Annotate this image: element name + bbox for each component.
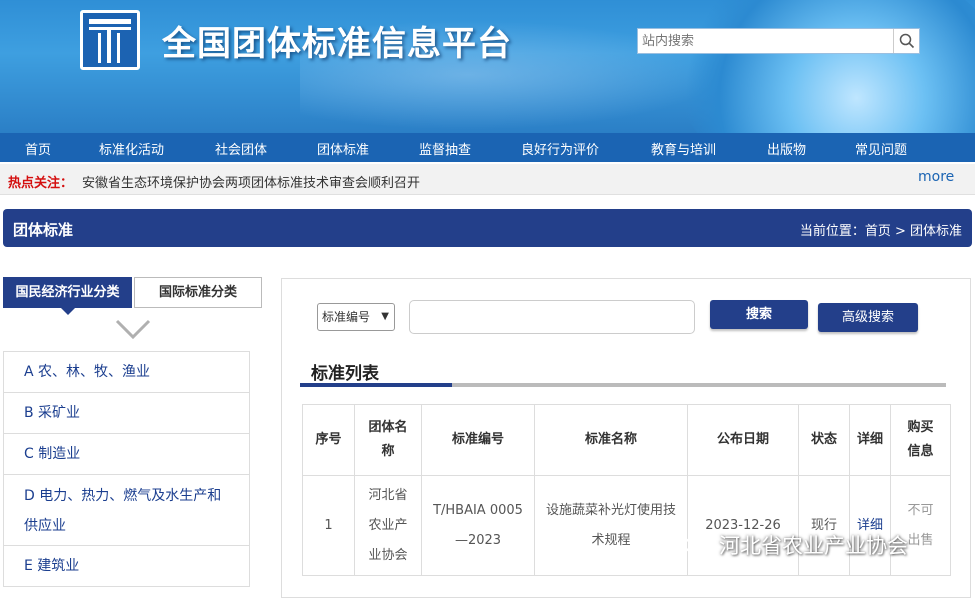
chevron-down-icon <box>115 319 151 340</box>
category-item-a[interactable]: A 农、林、牧、渔业 <box>3 352 250 393</box>
nav-item-home[interactable]: 首页 <box>25 139 51 158</box>
col-buy: 购买信息 <box>890 404 951 476</box>
site-search <box>637 28 920 54</box>
section-header: 团体标准 当前位置：首页 > 团体标准 <box>3 209 972 247</box>
row-no: 1 <box>302 475 355 576</box>
site-title[interactable]: 全国团体标准信息平台 <box>162 16 512 65</box>
category-item-c[interactable]: C 制造业 <box>3 434 250 475</box>
search-icon <box>899 33 914 49</box>
list-heading: 标准列表 <box>311 364 379 384</box>
col-code: 标准编号 <box>421 404 535 476</box>
more-link[interactable]: more <box>918 169 954 185</box>
col-org: 团体名称 <box>354 404 422 476</box>
tab-industry-classification[interactable]: 国民经济行业分类 <box>3 277 132 315</box>
keyword-input[interactable] <box>409 300 695 334</box>
row-code: T/HBAIA 0005—2023 <box>421 475 535 576</box>
nav-item-faq[interactable]: 常见问题 <box>855 139 907 158</box>
col-date: 公布日期 <box>687 404 799 476</box>
col-name: 标准名称 <box>534 404 688 476</box>
search-field-select[interactable]: 标准编号 ▼ <box>317 303 395 331</box>
row-status: 现行 <box>798 475 850 576</box>
category-item-e[interactable]: E 建筑业 <box>3 546 250 587</box>
header-banner: 全国团体标准信息平台 <box>0 0 975 133</box>
nav-item-inspection[interactable]: 监督抽查 <box>419 139 471 158</box>
nav-item-standardization[interactable]: 标准化活动 <box>99 139 164 158</box>
search-field-select-value: 标准编号 <box>322 310 371 324</box>
nav-item-publications[interactable]: 出版物 <box>767 139 806 158</box>
site-search-input[interactable] <box>638 29 893 53</box>
watermark-text: 河北省农业产业协会 <box>719 534 908 558</box>
row-date: 2023-12-26 <box>687 475 799 576</box>
table-header-row: 序号 团体名称 标准编号 标准名称 公布日期 状态 详细 购买信息 <box>302 404 951 476</box>
breadcrumb: 当前位置：首页 > 团体标准 <box>799 224 962 239</box>
tab-international-classification[interactable]: 国际标准分类 <box>134 277 262 308</box>
nav-item-evaluation[interactable]: 良好行为评价 <box>521 139 599 158</box>
category-list: A 农、林、牧、渔业 B 采矿业 C 制造业 D 电力、热力、燃气及水生产和供应… <box>3 351 250 587</box>
search-submit-button[interactable]: 搜索 <box>710 300 808 329</box>
list-heading-underline <box>300 383 946 387</box>
row-name[interactable]: 设施蔬菜补光灯使用技术规程 <box>534 475 688 576</box>
section-title: 团体标准 <box>13 221 74 239</box>
col-status: 状态 <box>798 404 850 476</box>
nav-item-training[interactable]: 教育与培训 <box>651 139 716 158</box>
globe-graphic <box>675 0 975 133</box>
category-item-b[interactable]: B 采矿业 <box>3 393 250 434</box>
nav-item-social-groups[interactable]: 社会团体 <box>215 139 267 158</box>
category-item-d[interactable]: D 电力、热力、燃气及水生产和供应业 <box>3 475 250 546</box>
row-org: 河北省农业产业协会 <box>354 475 422 576</box>
advanced-search-button[interactable]: 高级搜索 <box>818 303 918 332</box>
table-row: 1 河北省农业产业协会 T/HBAIA 0005—2023 设施蔬菜补光灯使用技… <box>302 475 951 576</box>
row-detail-link[interactable]: 详细 <box>849 475 891 576</box>
col-no: 序号 <box>302 404 355 476</box>
site-logo-icon[interactable] <box>80 10 140 70</box>
search-button[interactable] <box>893 29 919 53</box>
hot-news-bar: 热点关注： 安徽省生态环境保护协会两项团体标准技术审查会顺利召开 more <box>0 164 975 195</box>
main-nav: 首页 标准化活动 社会团体 团体标准 监督抽查 良好行为评价 教育与培训 出版物… <box>0 133 975 162</box>
watermark: 河北省农业产业协会 <box>683 530 908 560</box>
hot-label: 热点关注： <box>8 176 74 191</box>
hot-news-link[interactable]: 安徽省生态环境保护协会两项团体标准技术审查会顺利召开 <box>82 172 420 191</box>
col-detail: 详细 <box>849 404 891 476</box>
category-tabs: 国民经济行业分类 国际标准分类 <box>3 277 262 315</box>
wechat-icon <box>684 537 712 557</box>
row-buy: 不可出售 <box>890 475 951 576</box>
chevron-down-icon: ▼ <box>381 311 389 322</box>
nav-item-group-standards[interactable]: 团体标准 <box>317 139 369 158</box>
